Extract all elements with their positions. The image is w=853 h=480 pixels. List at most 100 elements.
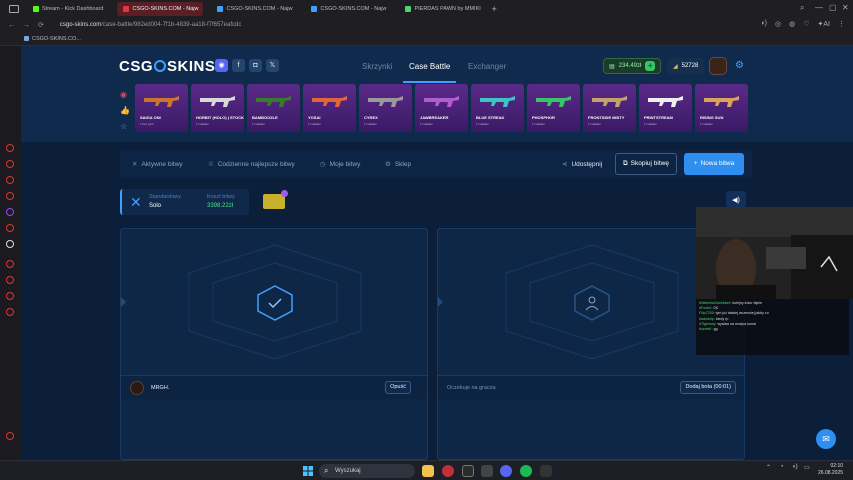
search-tabs-icon[interactable]: ⌕ bbox=[800, 3, 804, 13]
sidebar-app-icon[interactable] bbox=[6, 308, 14, 316]
sidebar-settings-icon[interactable] bbox=[6, 432, 14, 440]
chat-text: OK bbox=[713, 306, 719, 311]
balance-display[interactable]: ▤ 234.49zł + bbox=[603, 58, 662, 74]
discord-taskbar-icon[interactable] bbox=[500, 465, 512, 477]
drop-card[interactable]: YOSAI 1 naklejki bbox=[303, 84, 356, 132]
app-icon[interactable] bbox=[481, 465, 493, 477]
settings-gear-icon[interactable]: ⚙ bbox=[735, 60, 744, 71]
close-window-icon[interactable]: ✕ bbox=[842, 3, 849, 12]
chat-text: gg bbox=[713, 327, 718, 332]
wifi-icon[interactable]: ◔ bbox=[780, 464, 784, 470]
reload-icon[interactable]: ⟳ bbox=[38, 21, 44, 29]
sidebar-app-icon[interactable] bbox=[6, 260, 14, 268]
nav-case-battle[interactable]: Case Battle bbox=[402, 62, 457, 83]
file-explorer-icon[interactable] bbox=[422, 465, 434, 477]
sidebar-app-icon[interactable] bbox=[6, 276, 14, 284]
drop-card[interactable]: JAWBREAKER 1 naklejki bbox=[415, 84, 468, 132]
messenger-icon[interactable]: ◍ bbox=[789, 20, 795, 28]
maximize-icon[interactable]: ▢ bbox=[829, 3, 837, 12]
opera-icon[interactable] bbox=[442, 465, 454, 477]
browser-tab-csgo-3[interactable]: CSGO-SKINS.COM - Najw bbox=[305, 2, 391, 16]
new-battle-button[interactable]: + Nowa bitwa bbox=[684, 153, 744, 175]
instagram-icon[interactable]: ◘ bbox=[249, 59, 262, 72]
user-avatar[interactable] bbox=[709, 57, 727, 75]
drop-subtitle: 1 naklejki bbox=[308, 122, 321, 126]
whatsapp-icon[interactable]: ◎ bbox=[775, 20, 781, 28]
new-tab-icon[interactable]: + bbox=[491, 4, 496, 14]
tab-active-battles[interactable]: ✕ Aktywne bitwy bbox=[132, 160, 183, 168]
bookmark-item[interactable]: CSGO-SKINS.CO... bbox=[32, 36, 81, 42]
case-thumbnail[interactable] bbox=[263, 190, 288, 209]
chat-fab-icon[interactable]: ✉ bbox=[816, 429, 836, 449]
facebook-icon[interactable]: f bbox=[232, 59, 245, 72]
bookmark-favicon-icon bbox=[24, 36, 29, 41]
workspaces-icon[interactable] bbox=[9, 5, 19, 13]
deposit-plus-icon[interactable]: + bbox=[645, 61, 656, 71]
forward-icon[interactable]: → bbox=[23, 22, 30, 29]
sidebar-app-icon[interactable] bbox=[6, 160, 14, 168]
close-tab-icon[interactable]: ✕ bbox=[202, 6, 203, 12]
add-bot-button[interactable]: Dodaj bota (00:01) bbox=[680, 381, 736, 394]
browser-tab-pawn[interactable]: PIERDAS PAWN by MMIKI bbox=[399, 2, 485, 16]
drop-card[interactable]: BLUE STREAK 1 naklejki bbox=[471, 84, 524, 132]
weapon-skin-icon bbox=[144, 96, 179, 107]
tray-chevron-icon[interactable]: ⌃ bbox=[766, 464, 771, 471]
volume-icon[interactable]: ◖) bbox=[792, 464, 798, 470]
coins-display[interactable]: ◢ 52728 bbox=[667, 58, 705, 74]
audio-icon[interactable]: ◖) bbox=[760, 20, 767, 28]
drop-card[interactable]: PHOSPHOR 1 naklejki bbox=[527, 84, 580, 132]
windows-start-icon[interactable] bbox=[303, 466, 313, 476]
discord-icon[interactable]: ◉ bbox=[215, 59, 228, 72]
copy-battle-button[interactable]: ⧉ Skopiuj bitwę bbox=[615, 153, 677, 175]
weapon-skin-icon bbox=[256, 96, 291, 107]
app-icon[interactable] bbox=[540, 465, 552, 477]
sidebar-app-icon[interactable] bbox=[6, 292, 14, 300]
leave-button[interactable]: Opuść bbox=[385, 381, 411, 394]
screen: Stream - Kick Dashboard CSGO-SKINS.COM -… bbox=[0, 0, 853, 480]
site-logo[interactable]: CSG SKINS bbox=[119, 58, 215, 75]
thumbs-up-icon[interactable]: 👍 bbox=[120, 106, 130, 115]
ai-icon[interactable]: ✦AI bbox=[818, 20, 830, 28]
system-clock[interactable]: 02:10 26.08.2025 bbox=[818, 463, 843, 477]
url-field[interactable]: csgo-skins.com/case-battle/982ed004-7f1b… bbox=[60, 22, 241, 28]
browser-tab-csgo-2[interactable]: CSGO-SKINS.COM - Najw bbox=[211, 2, 297, 16]
sidebar-app-icon[interactable] bbox=[6, 144, 14, 152]
drop-card[interactable]: HORBIT (HOLO) | STOCKHOLM 2021 1 naklejki bbox=[191, 84, 244, 132]
browser-tab-kick[interactable]: Stream - Kick Dashboard bbox=[27, 2, 109, 16]
taskbar-search[interactable]: Wyszukaj bbox=[319, 464, 415, 478]
drop-card[interactable]: FRONTSIDE MISTY 1 naklejki bbox=[583, 84, 636, 132]
drop-name: SAIGA ONI bbox=[140, 115, 161, 120]
tab-shop[interactable]: ⚙ Sklep bbox=[385, 160, 411, 168]
drop-card[interactable]: PRINTSTREAM 1 naklejki bbox=[639, 84, 692, 132]
drop-card[interactable]: RISING SUN 1 naklejki bbox=[695, 84, 748, 132]
player-avatar[interactable] bbox=[130, 381, 144, 395]
nav-cases[interactable]: Skrzynki bbox=[362, 62, 392, 71]
drop-name: FRONTSIDE MISTY bbox=[588, 115, 625, 120]
minimize-icon[interactable]: — bbox=[815, 3, 823, 12]
live-drops-icon[interactable]: ◉ bbox=[120, 90, 127, 99]
tab-title: Stream - Kick Dashboard bbox=[42, 6, 104, 12]
twitch-icon[interactable] bbox=[6, 208, 14, 216]
drop-card[interactable]: CYREX 1 naklejki bbox=[359, 84, 412, 132]
browser-tab-csgo-active[interactable]: CSGO-SKINS.COM - Najw✕ bbox=[117, 2, 204, 16]
drop-card[interactable]: SAIGA ONI z bez tytuł bbox=[135, 84, 188, 132]
bookmark-icon[interactable]: ♡ bbox=[803, 20, 809, 28]
tab-daily-best[interactable]: ♕ Codzienne najlepsze bitwy bbox=[208, 160, 295, 168]
weapon-skin-icon bbox=[312, 96, 347, 107]
spotify-icon[interactable] bbox=[520, 465, 532, 477]
share-button[interactable]: ⋖ Udostępnij bbox=[562, 160, 602, 168]
star-icon[interactable]: ☆ bbox=[120, 122, 127, 131]
obs-icon[interactable] bbox=[462, 465, 474, 477]
menu-icon[interactable]: ⋮ bbox=[838, 20, 845, 28]
x-icon[interactable] bbox=[6, 240, 14, 248]
battery-icon[interactable]: ▭ bbox=[804, 464, 810, 471]
tab-my-battles[interactable]: ◷ Moje bitwy bbox=[320, 160, 360, 168]
drop-card[interactable]: BAMBOOZLE 1 naklejki bbox=[247, 84, 300, 132]
sidebar-app-icon[interactable] bbox=[6, 224, 14, 232]
sidebar-app-icon[interactable] bbox=[6, 192, 14, 200]
nav-exchanger[interactable]: Exchanger bbox=[468, 62, 506, 71]
sidebar-app-icon[interactable] bbox=[6, 176, 14, 184]
x-social-icon[interactable]: 𝕏 bbox=[266, 59, 279, 72]
back-icon[interactable]: ← bbox=[8, 22, 15, 29]
drop-subtitle: 1 naklejki bbox=[644, 122, 657, 126]
